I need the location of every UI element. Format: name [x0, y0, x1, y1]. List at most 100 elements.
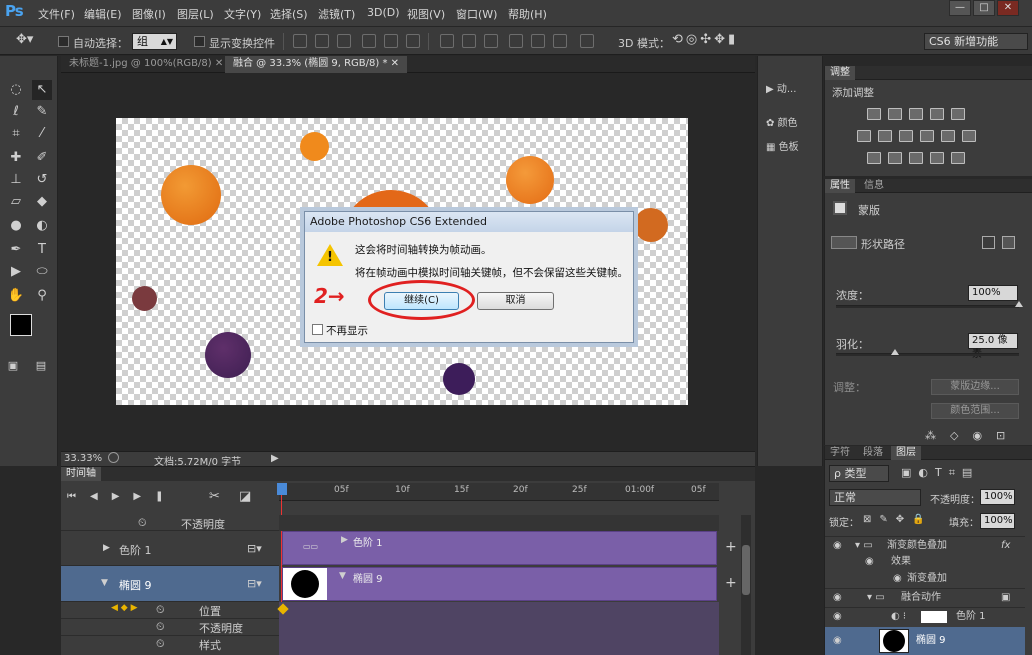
density-field[interactable]: 100%: [968, 285, 1018, 301]
clip-ellipse9[interactable]: ▼ 椭圆 9: [282, 567, 717, 601]
tab-properties[interactable]: 属性: [825, 179, 855, 193]
menu-layer[interactable]: 图层(L): [177, 6, 214, 22]
selective-color-icon[interactable]: [930, 152, 944, 164]
feather-field[interactable]: 25.0 像素: [968, 333, 1018, 360]
strip-item-swatches[interactable]: ▦ 色板: [766, 138, 799, 156]
dont-show-checkbox[interactable]: [312, 324, 323, 335]
menu-type[interactable]: 文字(Y): [224, 6, 261, 22]
eraser-tool-icon[interactable]: ▱: [6, 192, 26, 212]
dodge-tool-icon[interactable]: ◐: [32, 216, 52, 236]
layer-row-fusion-group[interactable]: ◉ ▾ ▭ 融合动作 ▣: [825, 588, 1025, 605]
track-ellipse9[interactable]: ▼ 椭圆 9 ⊟▾: [61, 566, 279, 602]
zoom-level[interactable]: 33.33%: [64, 453, 102, 464]
eye-icon[interactable]: ◉: [833, 589, 842, 606]
density-slider[interactable]: [836, 305, 1019, 308]
distribute-vcenter-icon[interactable]: [462, 34, 476, 48]
clip-levels1[interactable]: ▭▭ ▶ 色阶 1: [282, 531, 717, 565]
move-tool-icon[interactable]: ↖: [32, 80, 52, 100]
add-pixel-mask-icon[interactable]: [982, 236, 995, 249]
close-icon[interactable]: ✕: [391, 58, 399, 69]
keyframe-nav-icon[interactable]: ◀ ◆ ▶: [111, 603, 138, 613]
photo-filter-icon[interactable]: [920, 130, 934, 142]
lock-icons[interactable]: ⊠✎✥🔒: [863, 514, 933, 525]
tab-layers[interactable]: 图层: [891, 446, 921, 460]
menu-filter[interactable]: 滤镜(T): [318, 6, 355, 22]
opacity-field[interactable]: 100%: [980, 489, 1015, 505]
strip-item-color[interactable]: ✿ 颜色: [766, 114, 798, 132]
pen-tool-icon[interactable]: ✒: [6, 240, 26, 260]
hand-tool-icon[interactable]: ✋: [6, 286, 26, 306]
menu-edit[interactable]: 编辑(E): [84, 6, 122, 22]
stopwatch-icon[interactable]: ⏲: [156, 637, 165, 651]
fill-field[interactable]: 100%: [980, 513, 1015, 529]
close-button[interactable]: ✕: [997, 0, 1019, 16]
tab-untitled[interactable]: 未标题-1.jpg @ 100%(RGB/8) ✕: [61, 56, 231, 73]
align-vcenter-icon[interactable]: [315, 34, 329, 48]
feather-slider-thumb[interactable]: [890, 349, 899, 355]
status-menu-arrow[interactable]: ▶: [271, 453, 279, 464]
posterize-icon[interactable]: [888, 152, 902, 164]
menu-select[interactable]: 选择(S): [270, 6, 308, 22]
vibrance-icon[interactable]: [951, 108, 965, 120]
history-brush-tool-icon[interactable]: ↺: [32, 170, 52, 190]
tab-timeline[interactable]: 时间轴: [61, 467, 101, 481]
show-transform-checkbox[interactable]: [194, 36, 205, 47]
scrollbar-thumb[interactable]: [742, 545, 750, 595]
align-top-icon[interactable]: [293, 34, 307, 48]
menu-window[interactable]: 窗口(W): [456, 6, 497, 22]
color-balance-icon[interactable]: [878, 130, 892, 142]
menu-help[interactable]: 帮助(H): [508, 6, 547, 22]
tab-character[interactable]: 字符: [825, 446, 855, 460]
info-icon[interactable]: [108, 452, 119, 463]
gradient-map-icon[interactable]: [951, 152, 965, 164]
layer-row-gradient-group[interactable]: ◉ ▾ ▭ 渐变颜色叠加 fx: [825, 536, 1025, 553]
distribute-right-icon[interactable]: [553, 34, 567, 48]
restore-button[interactable]: □: [973, 0, 995, 16]
screen-mode-icon[interactable]: ▤: [31, 356, 51, 376]
brush-tool-icon[interactable]: ✐: [32, 148, 52, 168]
add-media-plus-icon[interactable]: +: [725, 575, 737, 591]
tab-info[interactable]: 信息: [859, 179, 889, 193]
auto-select-checkbox[interactable]: [58, 36, 69, 47]
color-range-button[interactable]: 颜色范围...: [931, 403, 1019, 419]
eye-icon[interactable]: ◉: [833, 632, 842, 649]
move-tool-icon[interactable]: ✥▾: [16, 32, 33, 47]
add-media-plus-icon[interactable]: +: [725, 539, 737, 555]
clone-stamp-tool-icon[interactable]: ⊥: [6, 170, 26, 190]
mask-action-icons[interactable]: ⁂◇◉⊡: [925, 429, 1019, 442]
strip-item-actions[interactable]: ▶ 动...: [766, 80, 796, 98]
split-icon[interactable]: ✂: [209, 489, 220, 504]
menu-file[interactable]: 文件(F): [38, 6, 75, 22]
track-levels1[interactable]: ▶ 色阶 1 ⊟▾: [61, 531, 279, 566]
distribute-bottom-icon[interactable]: [484, 34, 498, 48]
channel-mixer-icon[interactable]: [941, 130, 955, 142]
lasso-tool-icon[interactable]: ℓ: [6, 102, 26, 122]
feather-slider[interactable]: [836, 353, 1019, 356]
black-white-icon[interactable]: [899, 130, 913, 142]
distribute-left-icon[interactable]: [509, 34, 523, 48]
eye-icon[interactable]: ◉: [893, 570, 902, 587]
healing-brush-tool-icon[interactable]: ✚: [6, 148, 26, 168]
distribute-hcenter-icon[interactable]: [531, 34, 545, 48]
eye-icon[interactable]: ◉: [865, 553, 874, 570]
menu-view[interactable]: 视图(V): [407, 6, 445, 22]
playback-controls[interactable]: ⏮◀▶▶❚: [67, 491, 177, 502]
tab-paragraph[interactable]: 段落: [858, 446, 888, 460]
paint-bucket-tool-icon[interactable]: ◆: [32, 192, 52, 212]
tab-adjustments[interactable]: 调整: [825, 66, 855, 80]
invert-icon[interactable]: [867, 152, 881, 164]
menu-3d[interactable]: 3D(D): [367, 6, 400, 19]
path-select-tool-icon[interactable]: ▶: [6, 262, 26, 282]
auto-align-icon[interactable]: [580, 34, 594, 48]
blur-tool-icon[interactable]: ●: [6, 216, 26, 236]
quick-mask-icon[interactable]: ▣: [3, 356, 23, 376]
stopwatch-icon[interactable]: ⏲: [138, 516, 147, 530]
playhead-handle[interactable]: [277, 483, 287, 495]
threshold-icon[interactable]: [909, 152, 923, 164]
eyedropper-tool-icon[interactable]: ⁄: [32, 124, 52, 144]
marquee-tool-icon[interactable]: ◌: [6, 80, 26, 100]
curves-icon[interactable]: [909, 108, 923, 120]
eye-icon[interactable]: ◉: [833, 608, 842, 625]
align-bottom-icon[interactable]: [337, 34, 351, 48]
add-vector-mask-icon[interactable]: [1002, 236, 1015, 249]
